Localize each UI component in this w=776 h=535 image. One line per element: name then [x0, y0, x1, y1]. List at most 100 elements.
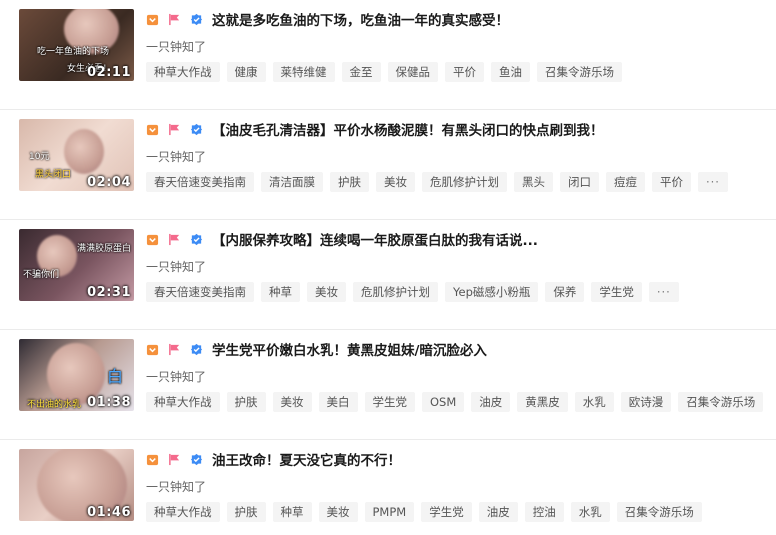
tag-chip[interactable]: 油皮: [471, 392, 511, 412]
pink-flag-icon: [168, 343, 181, 356]
video-title[interactable]: 【油皮毛孔清洁器】平价水杨酸泥膜！有黑头闭口的快点刷到我！: [212, 119, 604, 139]
status-badges: [146, 232, 203, 246]
tag-chip[interactable]: 控油: [524, 502, 564, 522]
thumbnail-caption-secondary: 10元: [29, 152, 50, 162]
video-thumbnail[interactable]: 不骗你们 满满胶原蛋白 02:31: [19, 229, 134, 301]
tag-chip[interactable]: PMPM: [364, 502, 415, 522]
tag-chip[interactable]: 学生党: [421, 502, 472, 522]
thumbnail-caption-secondary: 满满胶原蛋白: [77, 244, 132, 254]
tag-chip[interactable]: 美白: [318, 392, 358, 412]
pink-flag-icon: [168, 123, 181, 136]
tag-chip[interactable]: 护肤: [330, 172, 369, 192]
tag-chip[interactable]: 清洁面膜: [261, 172, 323, 192]
video-duration: 02:04: [87, 175, 131, 190]
orange-badge-icon: [146, 343, 159, 356]
tag-chip[interactable]: 危肌修护计划: [422, 172, 507, 192]
orange-badge-icon: [146, 123, 159, 136]
tag-chip[interactable]: 鱼油: [491, 62, 530, 82]
tag-chip[interactable]: 保健品: [387, 62, 438, 82]
blue-check-icon: [190, 123, 203, 136]
tag-chip[interactable]: 护肤: [226, 392, 266, 412]
tag-chip[interactable]: 痘痘: [606, 172, 645, 192]
video-thumbnail[interactable]: 01:46: [19, 449, 134, 521]
tag-chip[interactable]: 学生党: [591, 282, 642, 302]
tag-chip[interactable]: 平价: [652, 172, 691, 192]
blue-check-icon: [190, 343, 203, 356]
video-list-item[interactable]: 黑头闭口 10元 02:04 【油皮毛孔清洁器】平价水杨酸泥膜！有黑头闭口的快点刷到我…: [0, 110, 776, 220]
video-thumbnail[interactable]: 黑头闭口 10元 02:04: [19, 119, 134, 191]
blue-check-icon: [190, 233, 203, 246]
video-thumbnail[interactable]: 吃一年鱼油的下场 女生必看! 02:11: [19, 9, 134, 81]
video-title[interactable]: 油王改命！夏天没它真的不行！: [212, 449, 401, 469]
tag-chip[interactable]: 水乳: [574, 392, 614, 412]
blue-check-icon: [190, 13, 203, 26]
tag-chip[interactable]: 学生党: [364, 392, 415, 412]
tag-chip[interactable]: 危肌修护计划: [353, 282, 438, 302]
tag-chip[interactable]: OSM: [422, 392, 465, 412]
tag-list: 春天倍速变美指南 种草 美妆 危肌修护计划 Yep磁感小粉瓶 保养 学生党 ···: [146, 282, 679, 302]
tag-chip[interactable]: 黑头: [514, 172, 553, 192]
more-tags-button[interactable]: ···: [698, 172, 728, 192]
thumbnail-caption: 不出油的水乳: [27, 400, 82, 410]
tag-chip[interactable]: 保养: [545, 282, 585, 302]
tag-list: 春天倍速变美指南 清洁面膜 护肤 美妆 危肌修护计划 黑头 闭口 痘痘 平价 ···: [146, 172, 728, 192]
video-list-item[interactable]: 不骗你们 满满胶原蛋白 02:31 【内服保养攻略】连续喝一年胶原蛋白肽的我有话说..…: [0, 220, 776, 330]
tag-chip[interactable]: 护肤: [226, 502, 266, 522]
tag-chip[interactable]: 闭口: [560, 172, 599, 192]
orange-badge-icon: [146, 453, 159, 466]
tag-chip[interactable]: 欧诗漫: [620, 392, 672, 412]
video-list-item[interactable]: 不出油的水乳 白 01:38 学生党平价嫩白水乳！黄黑皮姐妹/暗沉脸必入 一只钟知了种草…: [0, 330, 776, 440]
tag-chip[interactable]: 美妆: [307, 282, 346, 302]
video-thumbnail[interactable]: 不出油的水乳 白 01:38: [19, 339, 134, 411]
thumbnail-caption: 吃一年鱼油的下场: [37, 47, 110, 57]
tag-chip[interactable]: 种草大作战: [146, 62, 220, 82]
tag-chip[interactable]: 油皮: [478, 502, 518, 522]
more-tags-button[interactable]: ···: [648, 282, 679, 302]
video-duration: 02:31: [87, 285, 131, 300]
tag-chip[interactable]: 种草大作战: [146, 502, 220, 522]
status-badges: [146, 342, 203, 356]
video-list-item[interactable]: 01:46 油王改命！夏天没它真的不行！ 一只钟知了种草大作战 护肤 种草 美妆 PMPM 学…: [0, 440, 776, 535]
tag-chip[interactable]: 春天倍速变美指南: [146, 172, 254, 192]
tag-list: 种草大作战 健康 莱特维健 金至 保健品 平价 鱼油 召集令游乐场: [146, 62, 622, 82]
video-list-item[interactable]: 吃一年鱼油的下场 女生必看! 02:11 这就是多吃鱼油的下场，吃鱼油一年的真实感受！…: [0, 0, 776, 110]
tag-chip[interactable]: 美妆: [272, 392, 312, 412]
status-badges: [146, 122, 203, 136]
tag-chip[interactable]: 种草大作战: [146, 392, 220, 412]
tag-chip[interactable]: 召集令游乐场: [616, 502, 702, 522]
video-title[interactable]: 这就是多吃鱼油的下场，吃鱼油一年的真实感受！: [212, 9, 509, 29]
tag-list: 种草大作战 护肤 种草 美妆 PMPM 学生党 油皮 控油 水乳 召集令游乐场: [146, 502, 702, 522]
tag-chip[interactable]: 金至: [341, 62, 381, 82]
video-duration: 02:11: [87, 65, 131, 80]
tag-chip[interactable]: Yep磁感小粉瓶: [445, 282, 539, 302]
author-name[interactable]: 一只钟知了: [146, 368, 206, 385]
pink-flag-icon: [168, 233, 181, 246]
tag-chip[interactable]: 美妆: [318, 502, 358, 522]
video-title[interactable]: 学生党平价嫩白水乳！黄黑皮姐妹/暗沉脸必入: [212, 339, 487, 359]
tag-chip[interactable]: 平价: [445, 62, 484, 82]
tag-chip[interactable]: 种草: [272, 502, 312, 522]
tag-chip[interactable]: 黄黑皮: [517, 392, 568, 412]
video-title[interactable]: 【内服保养攻略】连续喝一年胶原蛋白肽的我有话说...: [212, 229, 538, 249]
video-duration: 01:46: [87, 505, 131, 520]
orange-badge-icon: [146, 13, 159, 26]
tag-chip[interactable]: 美妆: [376, 172, 415, 192]
tag-chip[interactable]: 春天倍速变美指南: [146, 282, 254, 302]
tag-chip[interactable]: 莱特维健: [272, 62, 335, 82]
tag-chip[interactable]: 健康: [226, 62, 266, 82]
tag-list: 种草大作战 护肤 美妆 美白 学生党 OSM 油皮 黄黑皮 水乳 欧诗漫 召集令游乐场: [146, 392, 764, 412]
thumbnail-caption: 不骗你们: [23, 270, 60, 280]
blue-check-icon: [190, 453, 203, 466]
tag-chip[interactable]: 召集令游乐场: [537, 62, 622, 82]
author-name[interactable]: 一只钟知了: [146, 258, 206, 275]
orange-badge-icon: [146, 233, 159, 246]
tag-chip[interactable]: 水乳: [570, 502, 610, 522]
tag-chip[interactable]: 召集令游乐场: [678, 392, 764, 412]
thumbnail-caption: 黑头闭口: [35, 170, 72, 180]
status-badges: [146, 12, 203, 26]
author-name[interactable]: 一只钟知了: [146, 148, 206, 165]
author-name[interactable]: 一只钟知了: [146, 478, 206, 495]
tag-chip[interactable]: 种草: [261, 282, 300, 302]
pink-flag-icon: [168, 453, 181, 466]
author-name[interactable]: 一只钟知了: [146, 38, 206, 55]
